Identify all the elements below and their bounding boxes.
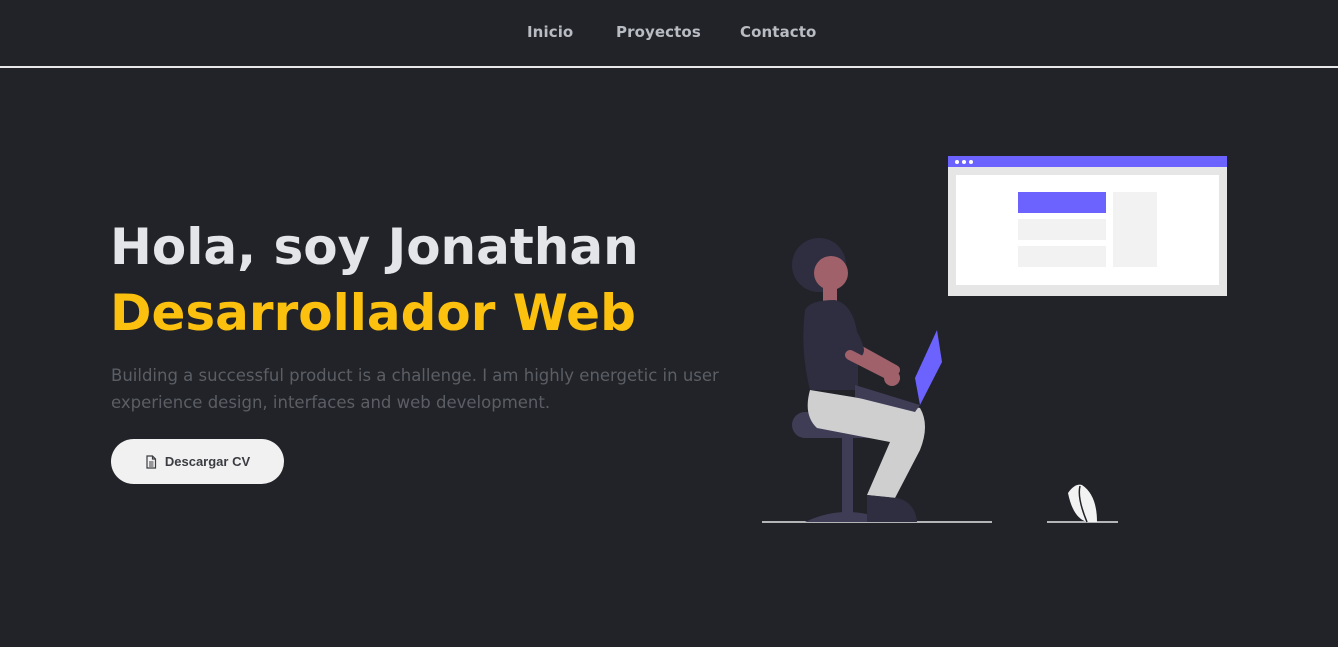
nav-link-proyectos[interactable]: Proyectos: [616, 23, 701, 41]
hero-description: Building a successful product is a chall…: [111, 366, 719, 412]
developer-illustration: [762, 156, 1227, 523]
hero-role: Desarrollador Web: [110, 284, 636, 342]
download-cv-label: Descargar CV: [164, 454, 251, 469]
top-navbar: Inicio Proyectos Contacto: [0, 0, 1338, 68]
nav-link-contacto[interactable]: Contacto: [740, 23, 816, 41]
file-document-icon: [145, 454, 157, 469]
download-cv-button[interactable]: Descargar CV: [111, 439, 284, 484]
nav-link-inicio[interactable]: Inicio: [527, 23, 573, 41]
plant-graphic: [1068, 484, 1097, 523]
browser-window-graphic: [948, 156, 1227, 296]
person-graphic: [792, 238, 925, 522]
hero-greeting: Hola, soy Jonathan: [110, 218, 639, 276]
